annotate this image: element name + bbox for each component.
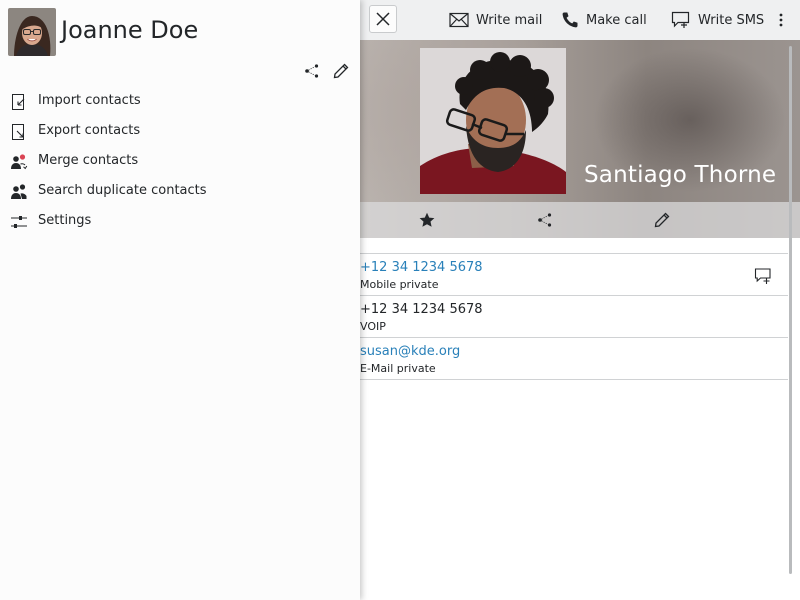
write-sms-label: Write SMS: [698, 12, 765, 28]
share-icon: [538, 213, 552, 227]
user-avatar: [8, 8, 56, 56]
close-icon: [376, 12, 390, 26]
contact-actions-bar: [360, 202, 800, 238]
voip-number: +12 34 1234 5678: [360, 302, 483, 317]
duplicate-search-icon: [11, 184, 27, 199]
import-icon: [12, 94, 25, 110]
phone-icon: [562, 12, 578, 28]
sms-icon: [671, 11, 690, 28]
contact-photo: [420, 48, 566, 194]
global-drawer: Joanne Doe Import contacts Export contac…: [0, 0, 360, 600]
settings-icon: [11, 216, 27, 228]
menu-item-search-duplicates[interactable]: Search duplicate contacts: [0, 176, 360, 206]
detail-row-email[interactable]: susan@kde.org E-Mail private: [360, 338, 788, 380]
menu-item-label: Merge contacts: [38, 153, 139, 168]
detail-type-label: E-Mail private: [360, 362, 436, 375]
menu-item-merge-contacts[interactable]: Merge contacts: [0, 146, 360, 176]
menu-item-export-contacts[interactable]: Export contacts: [0, 116, 360, 146]
menu-item-label: Settings: [38, 213, 92, 228]
pencil-icon: [333, 63, 349, 79]
share-icon: [305, 64, 319, 78]
drawer-share-button[interactable]: [303, 62, 321, 80]
write-sms-button[interactable]: Write SMS: [671, 10, 764, 30]
more-vertical-icon: [779, 13, 783, 27]
star-icon: [419, 212, 435, 227]
detail-row-phone-mobile[interactable]: +12 34 1234 5678 Mobile private: [360, 254, 788, 296]
close-button[interactable]: [369, 5, 397, 33]
contact-details-list: +12 34 1234 5678 Mobile private +12 34 1…: [360, 253, 788, 380]
detail-type-label: Mobile private: [360, 278, 439, 291]
menu-item-label: Search duplicate contacts: [38, 183, 207, 198]
merge-icon: [11, 154, 28, 170]
favorite-button[interactable]: [418, 211, 436, 229]
contact-page: Write mail Make call Write SMS Santiago …: [360, 0, 800, 600]
detail-row-phone-voip[interactable]: +12 34 1234 5678 VOIP: [360, 296, 788, 338]
drawer-menu: Import contacts Export contacts Merge co…: [0, 86, 360, 236]
detail-type-label: VOIP: [360, 320, 386, 333]
pencil-icon: [654, 212, 670, 228]
menu-item-label: Export contacts: [38, 123, 141, 138]
share-contact-button[interactable]: [536, 211, 554, 229]
make-call-button[interactable]: Make call: [561, 10, 647, 30]
drawer-edit-button[interactable]: [332, 62, 350, 80]
contact-name: Santiago Thorne: [584, 162, 777, 188]
email-link[interactable]: susan@kde.org: [360, 344, 460, 359]
export-icon: [12, 124, 24, 140]
write-mail-label: Write mail: [476, 12, 543, 28]
menu-item-settings[interactable]: Settings: [0, 206, 360, 236]
sms-icon[interactable]: [754, 267, 772, 285]
toolbar: Write mail Make call Write SMS: [360, 0, 800, 41]
scrollbar[interactable]: [789, 46, 792, 574]
contact-header: Santiago Thorne: [360, 40, 800, 238]
write-mail-button[interactable]: Write mail: [449, 10, 542, 30]
make-call-label: Make call: [586, 12, 647, 28]
overflow-menu-button[interactable]: [776, 10, 786, 30]
mail-icon: [449, 12, 469, 28]
menu-item-import-contacts[interactable]: Import contacts: [0, 86, 360, 116]
user-name: Joanne Doe: [61, 16, 199, 44]
phone-link[interactable]: +12 34 1234 5678: [360, 260, 483, 275]
menu-item-label: Import contacts: [38, 93, 141, 108]
edit-contact-button[interactable]: [653, 211, 671, 229]
